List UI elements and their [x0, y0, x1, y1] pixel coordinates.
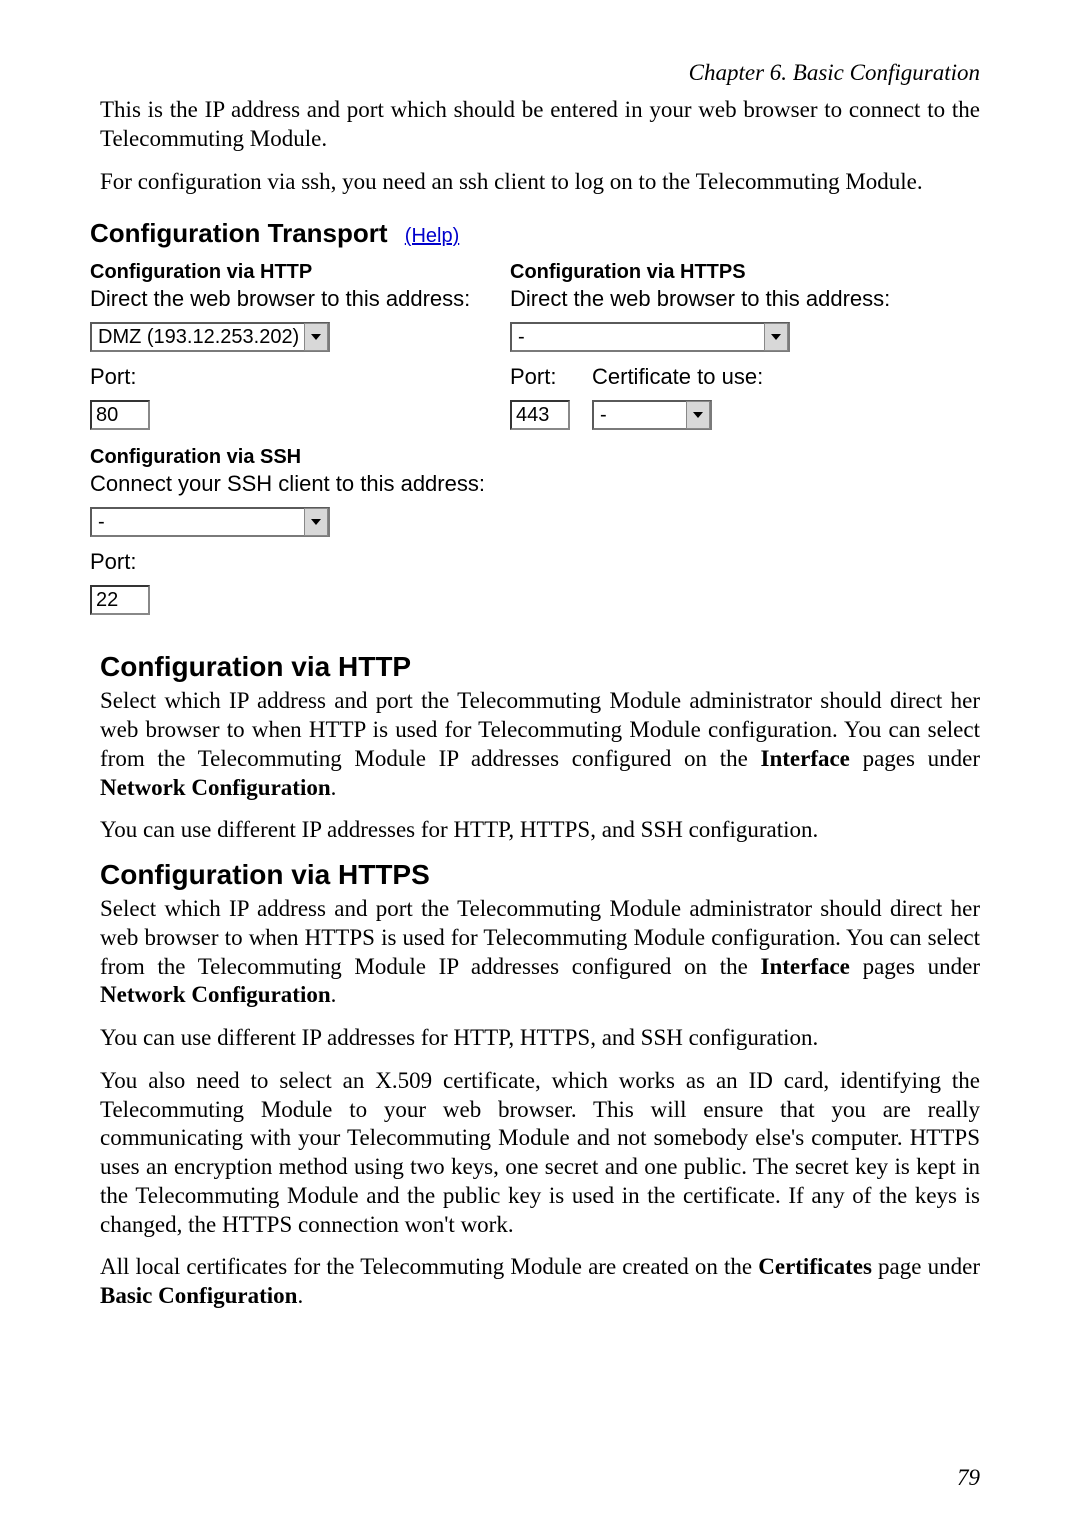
intro-paragraph-1: This is the IP address and port which sh… [100, 96, 980, 154]
panel-title-text: Configuration Transport [90, 218, 388, 248]
https-direct-label: Direct the web browser to this address: [510, 286, 990, 312]
http-heading: Configuration via HTTP [90, 261, 510, 284]
ssh-connect-label: Connect your SSH client to this address: [90, 471, 990, 497]
page-number: 79 [957, 1465, 980, 1491]
chevron-down-icon [304, 323, 328, 351]
https-port-input[interactable]: 443 [510, 400, 570, 430]
bold-interface: Interface [761, 954, 850, 979]
https-address-value: - [518, 326, 764, 349]
text: . [297, 1283, 303, 1308]
section-http-title: Configuration via HTTP [100, 651, 980, 683]
bold-basic-config: Basic Configuration [100, 1283, 297, 1308]
http-address-select[interactable]: DMZ (193.12.253.202) [90, 322, 330, 352]
http-direct-label: Direct the web browser to this address: [90, 286, 510, 312]
ssh-port-input[interactable]: 22 [90, 585, 150, 615]
section-https-title: Configuration via HTTPS [100, 859, 980, 891]
http-port-label: Port: [90, 364, 510, 390]
bold-network-config: Network Configuration [100, 982, 331, 1007]
ssh-port-label: Port: [90, 549, 990, 575]
text: . [331, 982, 337, 1007]
bold-interface: Interface [761, 746, 850, 771]
http-address-value: DMZ (193.12.253.202) [98, 326, 304, 349]
ssh-address-select[interactable]: - [90, 507, 330, 537]
section-https-p4: All local certificates for the Telecommu… [100, 1253, 980, 1311]
section-https-p1: Select which IP address and port the Tel… [100, 895, 980, 1010]
text: page under [872, 1254, 980, 1279]
https-cert-select[interactable]: - [592, 400, 712, 430]
section-http-p1: Select which IP address and port the Tel… [100, 687, 980, 802]
config-transport-panel: Configuration Transport (Help) Configura… [90, 210, 990, 633]
panel-title: Configuration Transport (Help) [90, 218, 990, 249]
chevron-down-icon [304, 508, 328, 536]
https-heading: Configuration via HTTPS [510, 261, 990, 284]
http-port-input[interactable]: 80 [90, 400, 150, 430]
ssh-address-value: - [98, 511, 304, 534]
section-http-p2: You can use different IP addresses for H… [100, 816, 980, 845]
text: pages under [850, 954, 980, 979]
https-port-label: Port: [510, 364, 570, 390]
https-cert-label: Certificate to use: [592, 364, 763, 390]
ssh-heading: Configuration via SSH [90, 446, 990, 469]
text: All local certificates for the Telecommu… [100, 1254, 758, 1279]
text: . [331, 775, 337, 800]
section-https-p3: You also need to select an X.509 certifi… [100, 1067, 980, 1240]
https-cert-value: - [600, 404, 686, 427]
chapter-header: Chapter 6. Basic Configuration [100, 60, 980, 86]
chevron-down-icon [764, 323, 788, 351]
intro-paragraph-2: For configuration via ssh, you need an s… [100, 168, 980, 197]
https-address-select[interactable]: - [510, 322, 790, 352]
bold-certificates: Certificates [758, 1254, 872, 1279]
chevron-down-icon [686, 401, 710, 429]
bold-network-config: Network Configuration [100, 775, 331, 800]
text: pages under [850, 746, 980, 771]
help-link[interactable]: (Help) [405, 225, 459, 247]
section-https-p2: You can use different IP addresses for H… [100, 1024, 980, 1053]
